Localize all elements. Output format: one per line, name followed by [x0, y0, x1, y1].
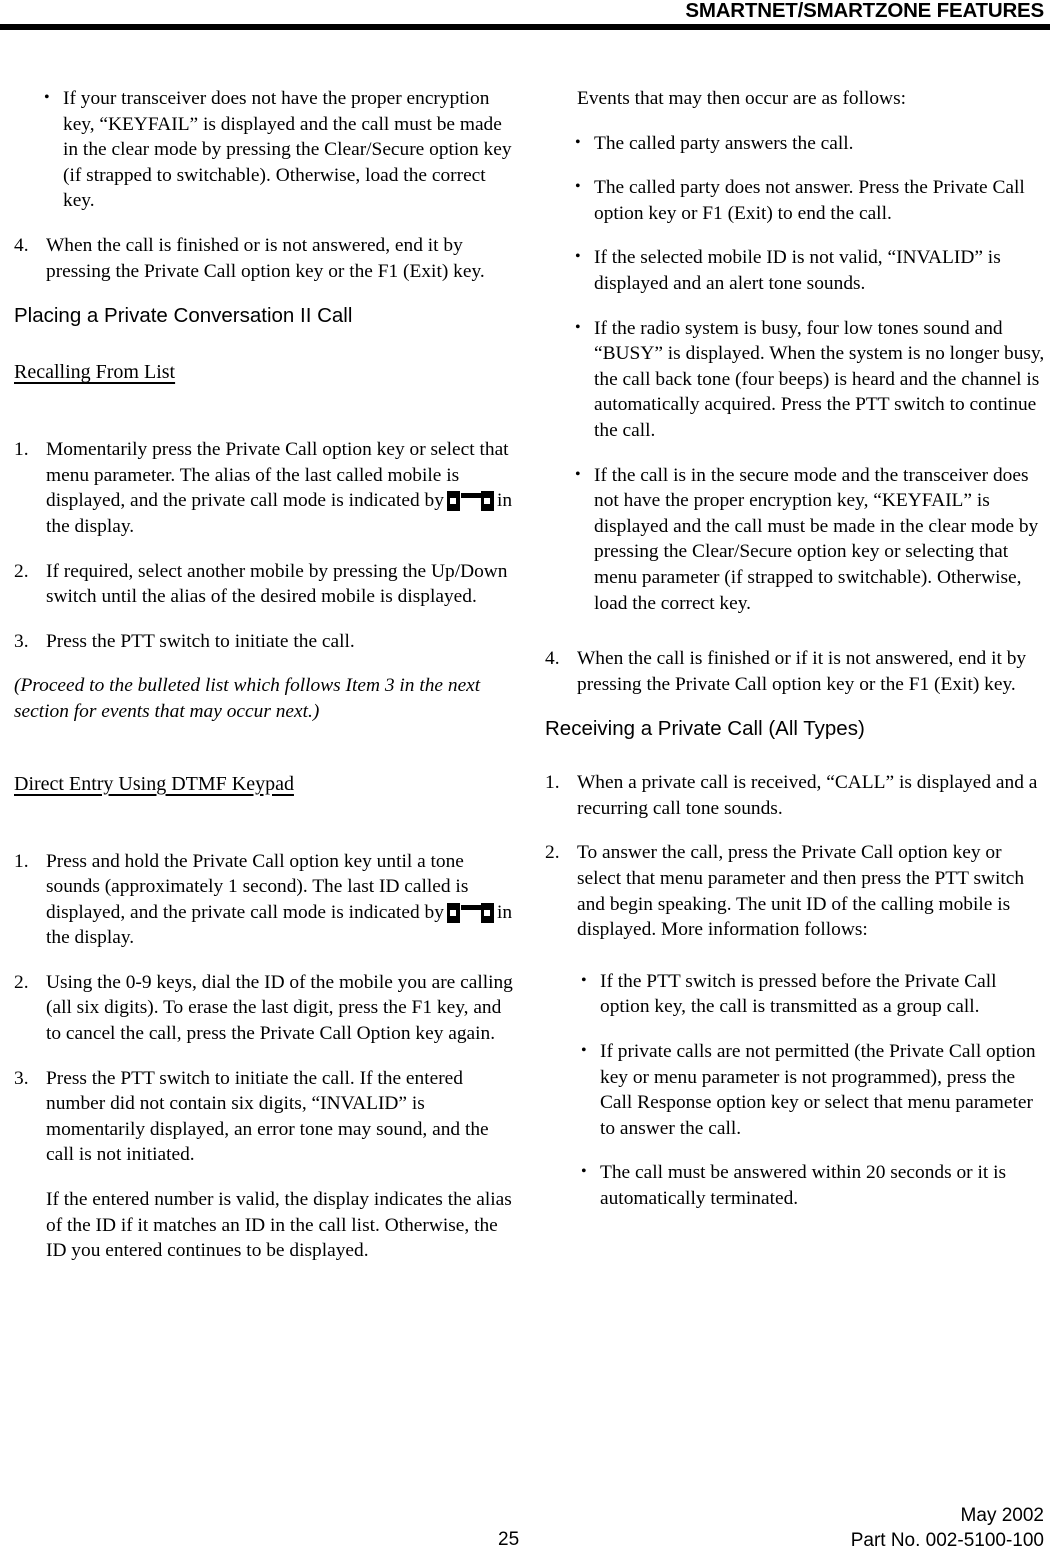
bullet-dot-icon: • — [575, 178, 581, 196]
right-list-item-4-number: 4. — [545, 648, 560, 670]
radio-body-left-icon — [446, 902, 460, 923]
receiving-list-item-2-number: 2. — [545, 842, 560, 864]
receiving-list-item-1-number: 1. — [545, 772, 560, 794]
right-list-item-4-text: When the call is finished or if it is no… — [577, 648, 1027, 695]
header-rule — [0, 24, 1050, 30]
radio-body-right-icon — [480, 902, 494, 923]
recalling-list-item-2: 2. If required, select another mobile by… — [14, 559, 514, 610]
radio-body-right-icon — [480, 491, 494, 512]
receiving-list-item-1: 1. When a private call is received, “CAL… — [545, 770, 1045, 821]
recalling-list-item-1: 1. Momentarily press the Private Call op… — [14, 437, 514, 539]
private-call-two-radios-icon — [446, 902, 494, 923]
direct-entry-list-item-3-number: 3. — [14, 1067, 29, 1089]
footer-part-number: Part No. 002-5100-100 — [850, 1530, 1044, 1551]
bullet-dot-icon: • — [575, 133, 581, 151]
page-header: SMARTNET/SMARTZONE FEATURES — [0, 0, 1050, 30]
private-call-two-radios-icon — [446, 491, 494, 512]
event-bullet-5: • If the call is in the secure mode and … — [575, 463, 1045, 617]
page-footer: 25 May 2002 Part No. 002-5100-100 — [0, 1493, 1050, 1563]
event-bullet-2: • The called party does not answer. Pres… — [575, 175, 1045, 226]
subheading-recalling-from-list-wrap: Recalling From List — [14, 355, 514, 411]
section-heading-placing-private-conversation-ii-call: Placing a Private Conversation II Call — [14, 304, 353, 328]
radio-link-bar-icon — [460, 493, 481, 499]
section-heading-receiving-a-private-call: Receiving a Private Call (All Types) — [545, 717, 865, 741]
right-column: Events that may then occur are as follow… — [545, 86, 1045, 1231]
recalling-list-item-1-number: 1. — [14, 439, 29, 461]
recalling-list-item-2-text: If required, select another mobile by pr… — [46, 560, 508, 608]
list-item-4-number: 4. — [14, 234, 29, 256]
left-column: • If your transceiver does not have the … — [14, 86, 514, 1283]
receiving-list-item-2-text: To answer the call, press the Private Ca… — [577, 842, 1025, 941]
bullet-dot-icon: • — [581, 971, 587, 989]
bullet-keyfail: • If your transceiver does not have the … — [44, 86, 514, 214]
event-bullet-1: • The called party answers the call. — [575, 131, 1045, 157]
receiving-sub-bullet-1: • If the PTT switch is pressed before th… — [581, 969, 1045, 1020]
bullet-dot-icon: • — [44, 89, 50, 106]
recalling-list-item-1-text-before-icon: Momentarily press the Private Call optio… — [46, 439, 509, 512]
proceed-note: (Proceed to the bulleted list which foll… — [14, 675, 481, 722]
bullet-keyfail-text: If your transceiver does not have the pr… — [63, 88, 512, 212]
bullet-dot-icon: • — [581, 1042, 587, 1060]
subheading-direct-entry-wrap: Direct Entry Using DTMF Keypad — [14, 767, 514, 823]
receiving-list-item-2: 2. To answer the call, press the Private… — [545, 840, 1045, 942]
direct-entry-list-item-2-text: Using the 0-9 keys, dial the ID of the m… — [46, 971, 513, 1045]
receiving-sub-bullet-3: • The call must be answered within 20 se… — [581, 1160, 1045, 1211]
event-bullet-2-text: The called party does not answer. Press … — [594, 177, 1025, 224]
recalling-list-item-2-number: 2. — [14, 560, 29, 582]
direct-entry-list-item-3-paragraph-2: If the entered number is valid, the disp… — [46, 1189, 512, 1262]
direct-entry-list-item-2: 2. Using the 0-9 keys, dial the ID of th… — [14, 970, 514, 1047]
direct-entry-list-item-3: 3. Press the PTT switch to initiate the … — [14, 1066, 514, 1168]
direct-entry-list-item-1-number: 1. — [14, 850, 29, 872]
direct-entry-list-item-1: 1. Press and hold the Private Call optio… — [14, 849, 514, 951]
direct-entry-list-item-3-text: Press the PTT switch to initiate the cal… — [46, 1067, 489, 1166]
footer-date: May 2002 — [960, 1505, 1044, 1526]
event-bullet-3-text: If the selected mobile ID is not valid, … — [594, 247, 1001, 294]
bullet-dot-icon: • — [575, 465, 581, 483]
radio-body-left-icon — [446, 491, 460, 512]
receiving-sub-bullet-1-text: If the PTT switch is pressed before the … — [600, 970, 997, 1018]
event-bullet-4-text: If the radio system is busy, four low to… — [594, 317, 1045, 441]
page-header-title: SMARTNET/SMARTZONE FEATURES — [685, 0, 1044, 22]
recalling-list-item-3-number: 3. — [14, 630, 29, 652]
receiving-sub-bullet-2: • If private calls are not permitted (th… — [581, 1039, 1045, 1141]
receiving-sub-bullet-3-text: The call must be answered within 20 seco… — [600, 1162, 1007, 1209]
page-number: 25 — [498, 1529, 520, 1550]
recalling-list-item-3-text: Press the PTT switch to initiate the cal… — [46, 630, 355, 652]
list-item-4-text: When the call is finished or is not answ… — [46, 234, 485, 282]
right-list-item-4: 4. When the call is finished or if it is… — [545, 646, 1045, 697]
subheading-recalling-from-list: Recalling From List — [14, 361, 176, 384]
radio-link-bar-icon — [460, 904, 481, 910]
receiving-list-item-1-text: When a private call is received, “CALL” … — [577, 772, 1038, 819]
footer-publication-info: May 2002 Part No. 002-5100-100 — [851, 1503, 1044, 1553]
subheading-direct-entry-using-dtmf-keypad: Direct Entry Using DTMF Keypad — [14, 772, 294, 795]
event-bullet-5-text: If the call is in the secure mode and th… — [594, 464, 1039, 614]
direct-entry-list-item-1-text-before-icon: Press and hold the Private Call option k… — [46, 850, 469, 923]
events-intro: Events that may then occur are as follow… — [577, 88, 906, 109]
bullet-dot-icon: • — [575, 248, 581, 266]
recalling-list-item-3: 3. Press the PTT switch to initiate the … — [14, 629, 514, 655]
event-bullet-4: • If the radio system is busy, four low … — [575, 316, 1045, 444]
bullet-dot-icon: • — [581, 1163, 587, 1181]
receiving-sub-bullet-2-text: If private calls are not permitted (the … — [600, 1041, 1036, 1139]
event-bullet-1-text: The called party answers the call. — [594, 132, 854, 154]
bullet-dot-icon: • — [575, 318, 581, 336]
list-item-4: 4. When the call is finished or is not a… — [14, 233, 514, 284]
event-bullet-3: • If the selected mobile ID is not valid… — [575, 245, 1045, 296]
direct-entry-list-item-2-number: 2. — [14, 971, 29, 993]
